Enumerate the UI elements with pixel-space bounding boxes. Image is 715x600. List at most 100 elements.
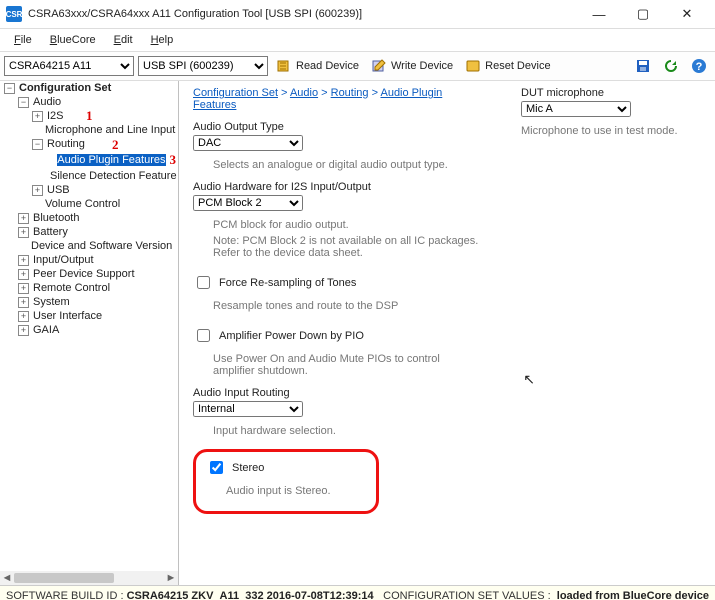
chip-select[interactable]: CSRA64215 A11 bbox=[4, 56, 134, 76]
maximize-button[interactable]: ▢ bbox=[621, 0, 665, 28]
dut-mic-select[interactable]: Mic A bbox=[521, 101, 631, 117]
help-button[interactable]: ? bbox=[687, 57, 711, 75]
stereo-label: Stereo bbox=[232, 462, 264, 474]
write-icon bbox=[371, 58, 387, 74]
config-tree[interactable]: −Configuration Set −Audio 1 +I2S Microph… bbox=[0, 81, 179, 585]
force-resampling-hint: Resample tones and route to the DSP bbox=[213, 300, 481, 312]
tree-battery[interactable]: +Battery bbox=[16, 225, 178, 239]
title-bar: CSR CSRA63xxx/CSRA64xxx A11 Configuratio… bbox=[0, 0, 715, 29]
amp-power-down-checkbox[interactable]: Amplifier Power Down by PIO bbox=[193, 326, 481, 345]
write-device-button[interactable]: Write Device bbox=[367, 57, 457, 75]
reset-device-label: Reset Device bbox=[485, 60, 550, 72]
tree-device-software-version[interactable]: Device and Software Version bbox=[16, 239, 178, 253]
tree-batt-label: Battery bbox=[33, 226, 68, 238]
close-button[interactable]: ✕ bbox=[665, 0, 709, 28]
menu-file-label: ile bbox=[21, 34, 32, 46]
stereo-checkbox[interactable]: Stereo bbox=[206, 458, 366, 477]
tree-routing-label: Routing bbox=[47, 138, 85, 150]
crumb-config-set[interactable]: Configuration Set bbox=[193, 87, 278, 99]
tree-input-output[interactable]: +Input/Output bbox=[16, 253, 178, 267]
audio-hw-select[interactable]: PCM Block 2 bbox=[193, 195, 303, 211]
scroll-left-button[interactable]: ◄ bbox=[0, 571, 14, 585]
tree-i2s-label: I2S bbox=[47, 110, 64, 122]
write-device-label: Write Device bbox=[391, 60, 453, 72]
app-icon: CSR bbox=[6, 6, 22, 22]
content-panel: Configuration Set > Audio > Routing > Au… bbox=[179, 81, 715, 585]
tree-remote-control[interactable]: +Remote Control bbox=[16, 281, 178, 295]
menu-edit[interactable]: Edit bbox=[106, 32, 141, 48]
audio-input-routing-select[interactable]: Internal bbox=[193, 401, 303, 417]
tree-usb-label: USB bbox=[47, 184, 70, 196]
reset-icon bbox=[465, 58, 481, 74]
tree-root[interactable]: −Configuration Set bbox=[2, 81, 178, 95]
tree-silence-detection[interactable]: Silence Detection Feature bbox=[44, 169, 178, 183]
audio-output-type-hint: Selects an analogue or digital audio out… bbox=[213, 159, 481, 171]
tree-io-label: Input/Output bbox=[33, 254, 94, 266]
save-icon bbox=[635, 58, 651, 74]
tree-system[interactable]: +System bbox=[16, 295, 178, 309]
toolbar: CSRA64215 A11 USB SPI (600239) Read Devi… bbox=[0, 51, 715, 81]
read-device-label: Read Device bbox=[296, 60, 359, 72]
tree-volume-control[interactable]: Volume Control bbox=[30, 197, 178, 211]
crumb-routing[interactable]: Routing bbox=[331, 87, 369, 99]
tree-audio[interactable]: −Audio bbox=[16, 95, 178, 109]
tree-i2s[interactable]: +I2S bbox=[30, 109, 178, 123]
tree-peer-device-support[interactable]: +Peer Device Support bbox=[16, 267, 178, 281]
menu-file[interactable]: File bbox=[6, 32, 40, 48]
stereo-highlight-box: Stereo Audio input is Stereo. bbox=[193, 449, 379, 514]
scroll-track[interactable] bbox=[14, 571, 164, 585]
audio-output-type-select[interactable]: DAC bbox=[193, 135, 303, 151]
tree-sdf-label: Silence Detection Feature bbox=[50, 170, 177, 182]
audio-input-routing-hint: Input hardware selection. bbox=[213, 425, 481, 437]
svg-text:?: ? bbox=[696, 61, 703, 73]
audio-hw-note: Note: PCM Block 2 is not available on al… bbox=[213, 235, 481, 259]
force-resampling-label: Force Re-sampling of Tones bbox=[219, 277, 356, 289]
tree-audio-label: Audio bbox=[33, 96, 61, 108]
amp-power-down-input[interactable] bbox=[197, 329, 210, 342]
tree-pds-label: Peer Device Support bbox=[33, 268, 135, 280]
status-config-label: CONFIGURATION SET VALUES : bbox=[383, 590, 550, 600]
read-device-button[interactable]: Read Device bbox=[272, 57, 363, 75]
scroll-right-button[interactable]: ► bbox=[164, 571, 178, 585]
tree-user-interface[interactable]: +User Interface bbox=[16, 309, 178, 323]
menu-bar: File BlueCore Edit Help bbox=[0, 29, 715, 51]
menu-bluecore[interactable]: BlueCore bbox=[42, 32, 104, 48]
tree-gaia[interactable]: +GAIA bbox=[16, 323, 178, 337]
connection-select[interactable]: USB SPI (600239) bbox=[138, 56, 268, 76]
status-build-label: SOFTWARE BUILD ID : bbox=[6, 590, 124, 600]
stereo-hint: Audio input is Stereo. bbox=[226, 485, 366, 497]
save-button[interactable] bbox=[631, 57, 655, 75]
reset-device-button[interactable]: Reset Device bbox=[461, 57, 554, 75]
tree-gaia-label: GAIA bbox=[33, 324, 59, 336]
tree-bluetooth[interactable]: +Bluetooth bbox=[16, 211, 178, 225]
status-config-value: loaded from BlueCore device bbox=[557, 590, 709, 600]
main-area: −Configuration Set −Audio 1 +I2S Microph… bbox=[0, 81, 715, 585]
tree-mic-line[interactable]: Microphone and Line Input bbox=[30, 123, 178, 137]
tree-mic-label: Microphone and Line Input bbox=[45, 124, 175, 136]
minimize-button[interactable]: — bbox=[577, 0, 621, 28]
stereo-input[interactable] bbox=[210, 461, 223, 474]
dut-mic-hint: Microphone to use in test mode. bbox=[521, 125, 701, 137]
window-title: CSRA63xxx/CSRA64xxx A11 Configuration To… bbox=[28, 8, 577, 20]
scroll-thumb[interactable] bbox=[14, 573, 114, 583]
menu-help[interactable]: Help bbox=[143, 32, 182, 48]
tree-rc-label: Remote Control bbox=[33, 282, 110, 294]
tree-dsv-label: Device and Software Version bbox=[31, 240, 172, 252]
status-build-value: CSRA64215 ZKV_A11_332 2016-07-08T12:39:1… bbox=[127, 590, 374, 600]
refresh-button[interactable] bbox=[659, 57, 683, 75]
crumb-audio[interactable]: Audio bbox=[290, 87, 318, 99]
marker-3: 3 bbox=[170, 152, 177, 168]
tree-bt-label: Bluetooth bbox=[33, 212, 79, 224]
audio-hw-label: Audio Hardware for I2S Input/Output bbox=[193, 181, 481, 193]
tree-sys-label: System bbox=[33, 296, 70, 308]
tree-vol-label: Volume Control bbox=[45, 198, 120, 210]
tree-audio-plugin-features[interactable]: Audio Plugin Features3 bbox=[44, 151, 178, 169]
amp-power-down-hint: Use Power On and Audio Mute PIOs to cont… bbox=[213, 353, 481, 377]
tree-routing[interactable]: −Routing bbox=[30, 137, 178, 151]
force-resampling-checkbox[interactable]: Force Re-sampling of Tones bbox=[193, 273, 481, 292]
tree-scrollbar[interactable]: ◄ ► bbox=[0, 571, 178, 585]
amp-power-down-label: Amplifier Power Down by PIO bbox=[219, 330, 364, 342]
refresh-icon bbox=[663, 58, 679, 74]
tree-usb[interactable]: +USB bbox=[30, 183, 178, 197]
force-resampling-input[interactable] bbox=[197, 276, 210, 289]
